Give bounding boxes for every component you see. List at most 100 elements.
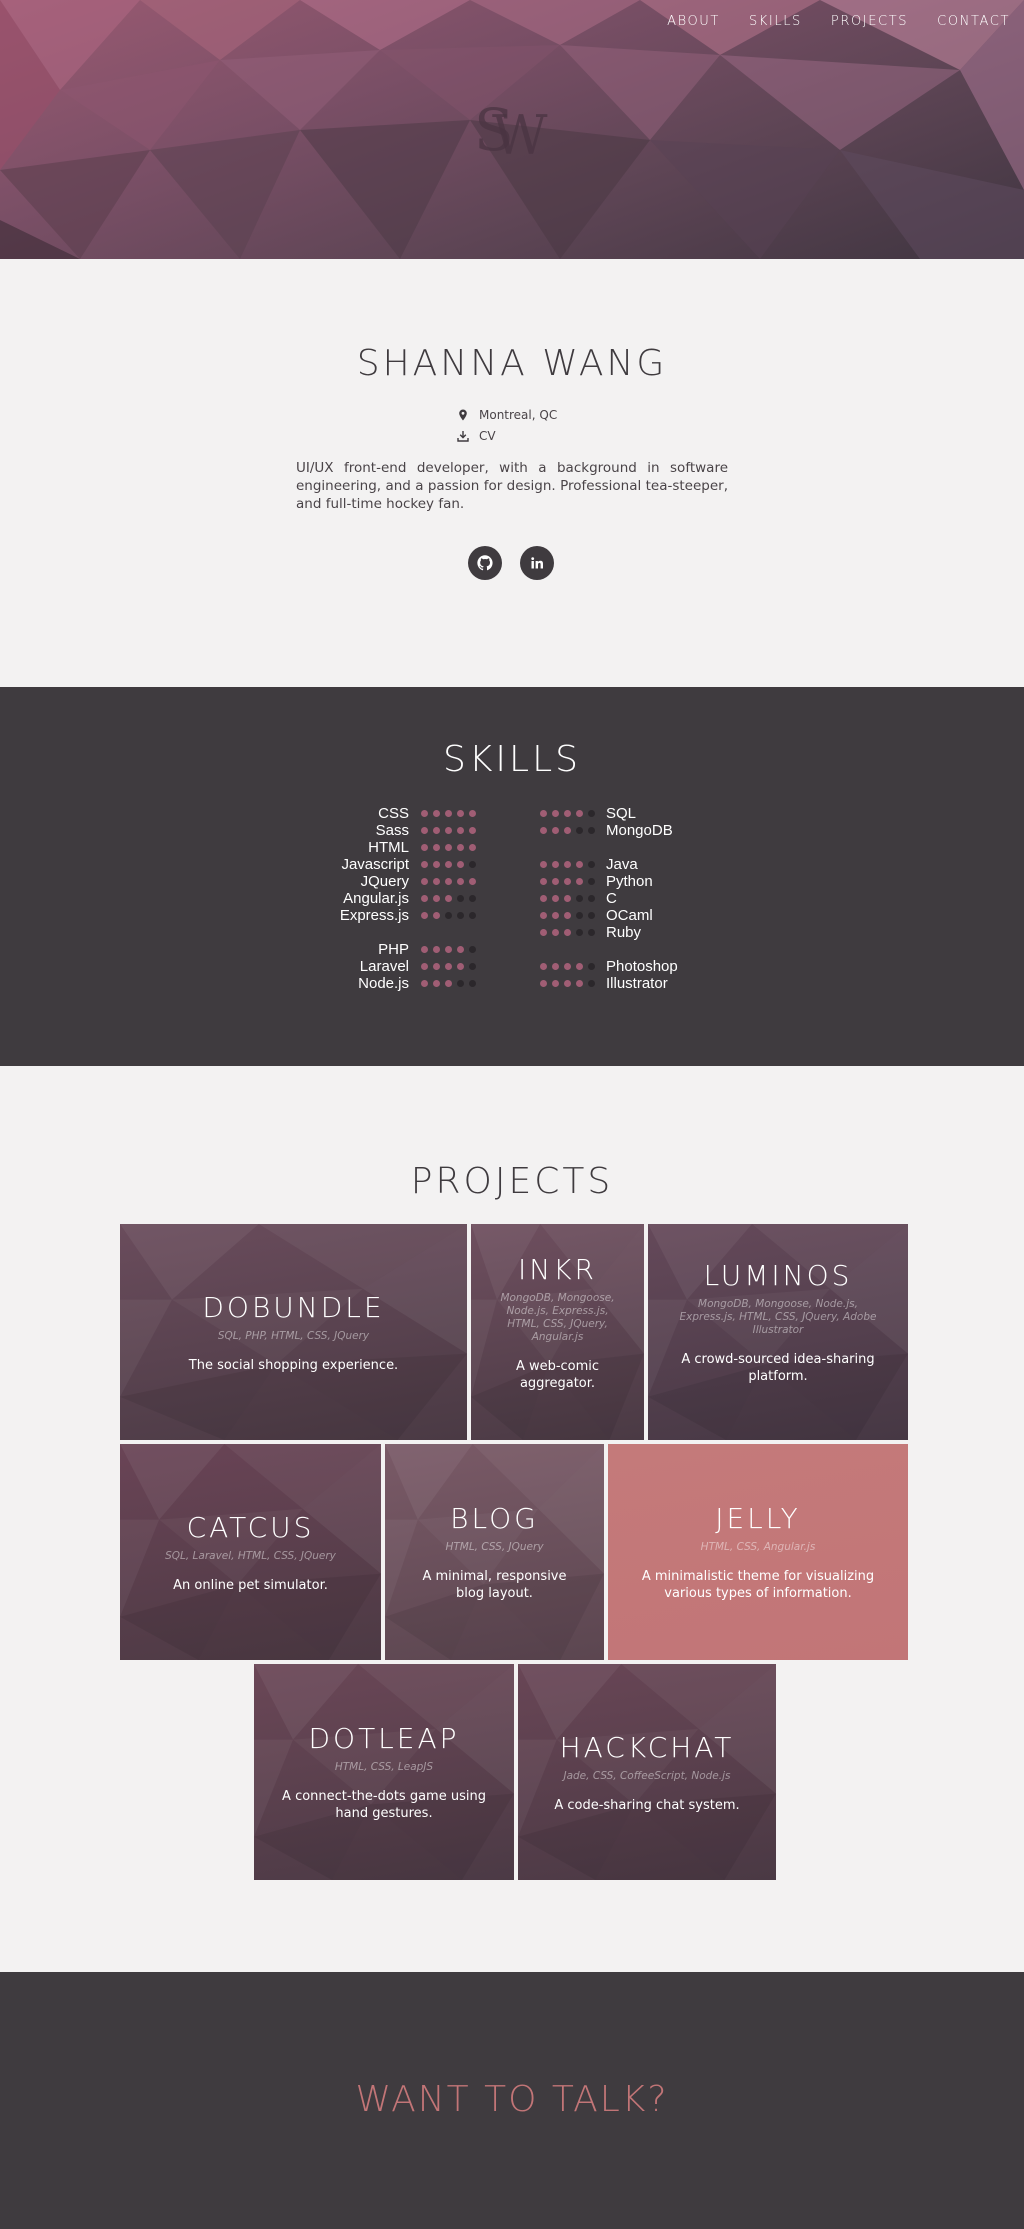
project-tech: MongoDB, Mongoose, Node.js, Express.js, … <box>679 1298 877 1336</box>
skill-row-photoshop: Photoshop <box>540 958 678 975</box>
project-title: BLOG <box>450 1502 539 1535</box>
cv-row[interactable]: CV <box>457 429 496 443</box>
skill-dots-sass <box>421 827 476 834</box>
skill-dots-c <box>540 895 595 902</box>
skill-dot <box>540 963 547 970</box>
project-card-jelly[interactable]: JELLY HTML, CSS, Angular.js A minimalistic… <box>608 1444 908 1660</box>
project-card-blog[interactable]: BLOG HTML, CSS, JQuery A minimal, responsi… <box>385 1444 604 1660</box>
skill-dot <box>540 861 547 868</box>
project-description: A code-sharing chat system. <box>554 1797 740 1813</box>
project-title: DOTLEAP <box>308 1722 460 1755</box>
skill-dot <box>564 980 571 987</box>
skill-label: MongoDB <box>606 822 673 839</box>
project-card-luminos[interactable]: LUMINOS MongoDB, Mongoose, Node.js, Expre… <box>648 1224 908 1440</box>
project-description: The social shopping experience. <box>188 1357 399 1373</box>
location-text: Montreal, QC <box>479 408 558 422</box>
skill-label: Angular.js <box>343 890 409 907</box>
projects-heading: PROJECTS <box>410 1161 614 1202</box>
skill-dot <box>576 929 583 936</box>
nav-contact-link[interactable]: CONTACT <box>937 14 1010 29</box>
project-card-catcus[interactable]: CATCUS SQL, Laravel, HTML, CSS, JQuery An … <box>120 1444 381 1660</box>
skill-dot <box>445 844 452 851</box>
skill-label: Node.js <box>358 975 409 992</box>
skill-dot <box>564 827 571 834</box>
skill-dot <box>433 980 440 987</box>
skill-label: Laravel <box>359 958 409 975</box>
skill-dot <box>469 810 476 817</box>
project-card-dobundle[interactable]: DOBUNDLE SQL, PHP, HTML, CSS, JQuery The s… <box>120 1224 467 1440</box>
skill-dot <box>433 844 440 851</box>
project-card-hackchat[interactable]: HACKCHAT Jade, CSS, CoffeeScript, Node.js… <box>518 1664 776 1880</box>
skill-label: JQuery <box>360 873 409 890</box>
skill-dots-jquery <box>421 878 476 885</box>
nav-projects-link[interactable]: PROJECTS <box>831 14 908 29</box>
cv-link[interactable]: CV <box>479 429 496 443</box>
skill-dot <box>540 929 547 936</box>
skill-dot <box>564 810 571 817</box>
linkedin-button[interactable] <box>520 546 554 580</box>
skill-dot <box>540 912 547 919</box>
project-tech: SQL, Laravel, HTML, CSS, JQuery <box>165 1549 336 1562</box>
skill-dot <box>588 980 595 987</box>
skill-dot <box>457 844 464 851</box>
skill-dots-express-js <box>421 912 476 919</box>
skill-dot <box>588 912 595 919</box>
project-title: JELLY <box>715 1502 801 1535</box>
skill-dots-photoshop <box>540 963 595 970</box>
skill-dot <box>433 878 440 885</box>
projects-section: PROJECTS DOBUNDLE SQL, PHP, HTML, CSS, JQ… <box>0 1066 1024 1972</box>
skill-row-sql: SQL <box>540 805 636 822</box>
nav-about-link[interactable]: ABOUT <box>667 14 720 29</box>
skill-dots-mongodb <box>540 827 595 834</box>
skill-row-laravel: Laravel <box>200 958 484 975</box>
skill-dot <box>469 827 476 834</box>
map-pin-icon <box>459 409 467 421</box>
skill-label: Java <box>606 856 638 873</box>
project-card-inkr[interactable]: INKR MongoDB, Mongoose, Node.js, Express.… <box>471 1224 644 1440</box>
skill-dot <box>421 810 428 817</box>
skill-dot <box>564 929 571 936</box>
skill-dot <box>457 980 464 987</box>
project-tech: HTML, CSS, LeapJS <box>334 1761 434 1773</box>
skill-dot <box>457 912 464 919</box>
skill-dot <box>445 861 452 868</box>
skill-dots-javascript <box>421 861 476 868</box>
main-nav: ABOUT SKILLS PROJECTS CONTACT <box>667 14 1010 29</box>
skill-dots-java <box>540 861 595 868</box>
project-title: INKR <box>517 1252 598 1286</box>
skill-dot <box>588 895 595 902</box>
skill-dot <box>445 963 452 970</box>
skill-dot <box>469 963 476 970</box>
skill-dot <box>469 844 476 851</box>
github-button[interactable] <box>468 546 502 580</box>
skill-dot <box>540 980 547 987</box>
skill-dot <box>433 912 440 919</box>
bio-text: UI/UX front-end developer, with a backgr… <box>296 460 728 512</box>
skill-dots-python <box>540 878 595 885</box>
skill-label: CSS <box>378 805 409 822</box>
page-title: SHANNA WANG <box>356 343 668 384</box>
logo-monogram[interactable]: S W <box>470 98 554 162</box>
skill-dot <box>576 980 583 987</box>
skill-dot <box>469 980 476 987</box>
project-card-dotleap[interactable]: DOTLEAP HTML, CSS, LeapJS A connect-the-do… <box>254 1664 514 1880</box>
skill-dot <box>445 810 452 817</box>
skill-dot <box>552 929 559 936</box>
skill-row-node-js: Node.js <box>200 975 484 992</box>
skill-dot <box>540 827 547 834</box>
skill-dot <box>564 895 571 902</box>
skill-dot <box>433 827 440 834</box>
nav-skills-link[interactable]: SKILLS <box>749 14 802 29</box>
skill-row-javascript: Javascript <box>200 856 484 873</box>
skill-row-php: PHP <box>200 941 484 958</box>
project-description: A connect-the-dots game using hand gestu… <box>282 1789 486 1821</box>
skill-row-illustrator: Illustrator <box>540 975 668 992</box>
skill-label: OCaml <box>606 907 653 924</box>
skill-dot <box>421 895 428 902</box>
skill-dot <box>421 861 428 868</box>
skill-dot <box>552 912 559 919</box>
skill-dot <box>564 878 571 885</box>
skill-dot <box>588 963 595 970</box>
project-tech: MongoDB, Mongoose, Node.js, Express.js, … <box>500 1291 615 1343</box>
skill-row-angular-js: Angular.js <box>200 890 484 907</box>
